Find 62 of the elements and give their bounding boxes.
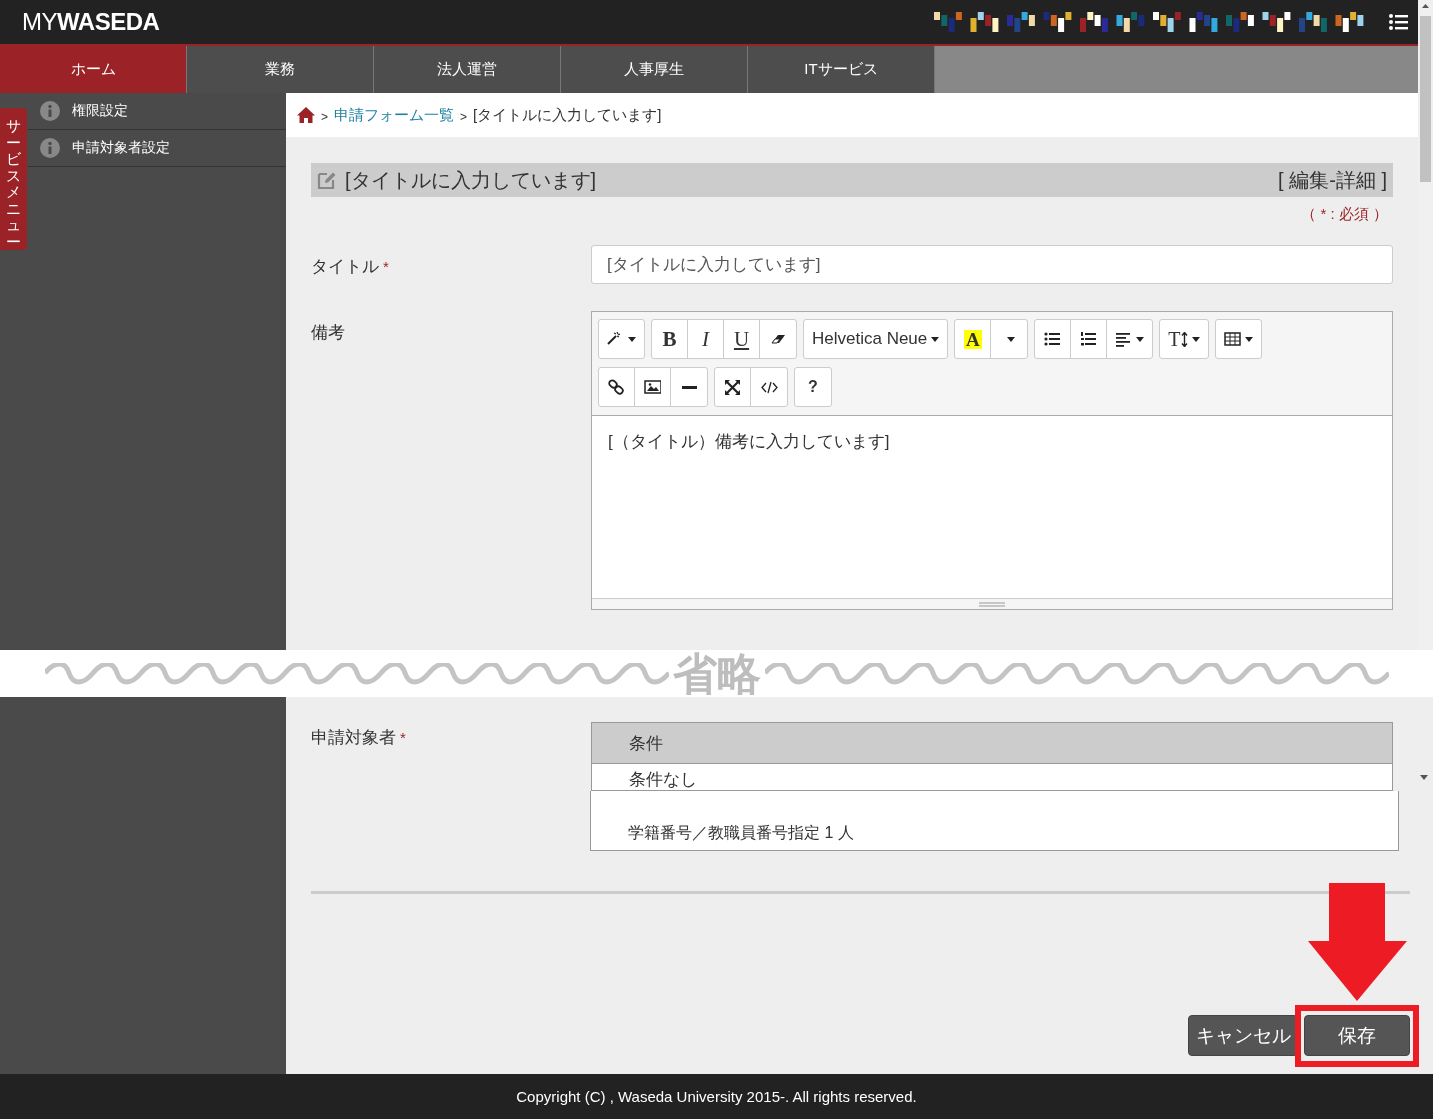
required-note: （ * : 必須 ）: [1300, 204, 1389, 224]
copyright-text: Copyright (C) , Waseda University 2015-. All rights reserved.: [516, 1088, 917, 1105]
breadcrumb-link[interactable]: 申請フォーム一覧: [334, 105, 454, 125]
edit-icon: [317, 170, 337, 190]
form-mode-label: [ 編集-詳細 ]: [1278, 167, 1387, 193]
scrollbar-thumb[interactable]: [1420, 16, 1431, 182]
nav-tab[interactable]: ITサービス: [748, 46, 935, 93]
save-button[interactable]: 保存: [1304, 1015, 1410, 1056]
help-button[interactable]: ?: [795, 368, 831, 406]
sidebar-item[interactable]: 申請対象者設定: [28, 130, 286, 167]
arrows-icon: [1180, 331, 1188, 347]
form-title: [タイトルに入力しています]: [345, 167, 597, 193]
breadcrumb-separator: >: [321, 110, 328, 124]
grip-icon: [979, 601, 1005, 607]
table-icon: [1223, 330, 1241, 348]
align-icon: [1115, 330, 1133, 348]
required-mark: *: [383, 258, 389, 275]
italic-button[interactable]: I: [688, 320, 724, 358]
unordered-list-icon: [1044, 330, 1062, 348]
caret-icon: [1007, 336, 1016, 342]
bold-button[interactable]: B: [652, 320, 688, 358]
breadcrumb-current: [タイトルに入力しています]: [473, 105, 662, 125]
caret-icon: [628, 336, 636, 342]
caret-icon: [931, 336, 940, 342]
ordered-list-icon: [1080, 330, 1098, 348]
table-cell-text: 条件なし: [628, 769, 698, 790]
caret-icon: [1191, 336, 1200, 342]
text-height-button[interactable]: T: [1160, 320, 1208, 358]
underline-button[interactable]: U: [724, 320, 760, 358]
home-icon: [297, 106, 315, 124]
omission-label: 省略: [672, 651, 761, 696]
sidebar-item[interactable]: 権限設定: [28, 93, 286, 130]
required-mark: *: [400, 729, 406, 746]
nav-tab[interactable]: 法人運営: [374, 46, 561, 93]
column-header: 条件: [592, 723, 1392, 764]
editor-content[interactable]: [（タイトル）備考に入力しています]: [592, 416, 1392, 598]
field-label: 備考: [311, 323, 345, 342]
sidebar-item-label: 権限設定: [72, 102, 128, 120]
picture-icon: [644, 378, 661, 396]
dropdown-option[interactable]: 学籍番号／教職員番号指定 1 人: [590, 791, 1399, 851]
info-icon: [40, 138, 60, 158]
nav-tab[interactable]: 人事厚生: [561, 46, 748, 93]
nav-tab[interactable]: 業務: [187, 46, 374, 93]
caret-icon: [1136, 336, 1145, 342]
title-input-field[interactable]: [タイトルに入力しています]: [591, 245, 1393, 284]
scroll-down-arrow-icon: [1420, 775, 1428, 780]
info-icon: [40, 101, 60, 121]
breadcrumb-separator: >: [460, 110, 468, 124]
nav-tab[interactable]: ホーム: [0, 46, 187, 93]
font-button[interactable]: Helvetica Neue: [804, 320, 948, 358]
sidebar-item-label: 申請対象者設定: [72, 139, 170, 157]
menu-icon: [1388, 13, 1408, 31]
logo[interactable]: MYWASEDA: [22, 8, 160, 36]
fullscreen-icon: [724, 378, 741, 396]
service-menu-tab[interactable]: サービスメニュー: [0, 108, 27, 250]
field-label: タイトル: [311, 257, 379, 276]
link-icon: [608, 378, 625, 396]
down-arrow-annotation-icon: [1307, 883, 1409, 1003]
editor-resize-handle[interactable]: [592, 598, 1392, 609]
cancel-button[interactable]: キャンセル: [1188, 1015, 1298, 1056]
caret-icon: [1244, 336, 1253, 342]
field-label: 申請対象者: [311, 728, 396, 747]
